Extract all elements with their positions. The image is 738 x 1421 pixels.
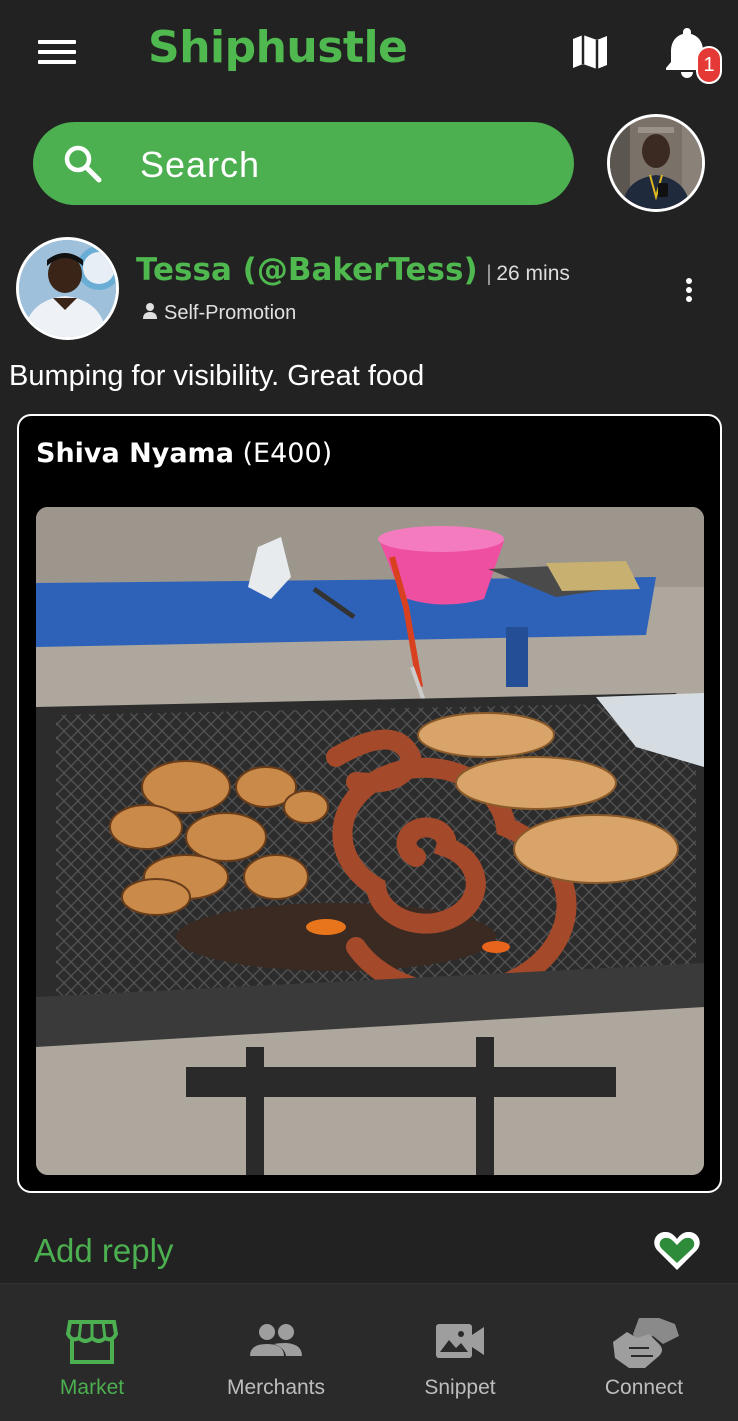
nav-snippet[interactable]: Snippet <box>368 1284 552 1421</box>
search-input[interactable]: Search <box>140 144 260 186</box>
search-bar[interactable]: Search <box>33 122 574 205</box>
hamburger-menu-icon[interactable] <box>38 37 76 67</box>
nav-label: Snippet <box>424 1376 496 1399</box>
listing-photo[interactable] <box>36 507 704 1175</box>
app-title: Shiphustle <box>148 22 408 73</box>
more-options-icon[interactable] <box>677 274 701 306</box>
notifications-button[interactable]: 1 <box>664 26 724 86</box>
nav-merchants[interactable]: Merchants <box>184 1284 368 1421</box>
people-icon <box>250 1324 302 1356</box>
separator: | <box>485 261 493 285</box>
nav-label: Merchants <box>226 1376 326 1399</box>
search-icon <box>64 145 102 183</box>
nav-label: Market <box>59 1376 125 1399</box>
person-icon <box>143 303 157 319</box>
map-icon[interactable] <box>570 32 610 72</box>
top-app-bar: Shiphustle 1 <box>0 0 738 105</box>
post-category: Self-Promotion <box>142 302 296 325</box>
add-reply-input[interactable]: Add reply <box>34 1232 173 1270</box>
author-name[interactable]: Tessa (@BakerTess) <box>136 252 478 288</box>
listing-card[interactable]: Shiva Nyama (E400) <box>17 414 722 1193</box>
handshake-icon <box>613 1318 679 1368</box>
notification-count-badge: 1 <box>696 46 722 84</box>
listing-name: Shiva Nyama <box>36 438 234 469</box>
listing-price: (E400) <box>242 438 333 469</box>
listing-title: Shiva Nyama (E400) <box>36 438 332 469</box>
nav-connect[interactable]: Connect <box>552 1284 736 1421</box>
post-time: 26 mins <box>496 262 570 285</box>
nav-market[interactable]: Market <box>0 1284 184 1421</box>
storefront-icon <box>66 1320 118 1364</box>
category-label: Self-Promotion <box>164 302 297 324</box>
nav-label: Connect <box>604 1376 684 1399</box>
post-text: Bumping for visibility. Great food <box>9 360 425 392</box>
video-icon <box>436 1324 484 1358</box>
bottom-navigation: Market Merchants Snippet Connect <box>0 1283 738 1421</box>
heart-icon[interactable] <box>652 1228 702 1274</box>
post-author-line: Tessa (@BakerTess) | 26 mins <box>136 252 570 288</box>
user-avatar[interactable] <box>607 114 705 212</box>
author-avatar[interactable] <box>16 237 119 340</box>
